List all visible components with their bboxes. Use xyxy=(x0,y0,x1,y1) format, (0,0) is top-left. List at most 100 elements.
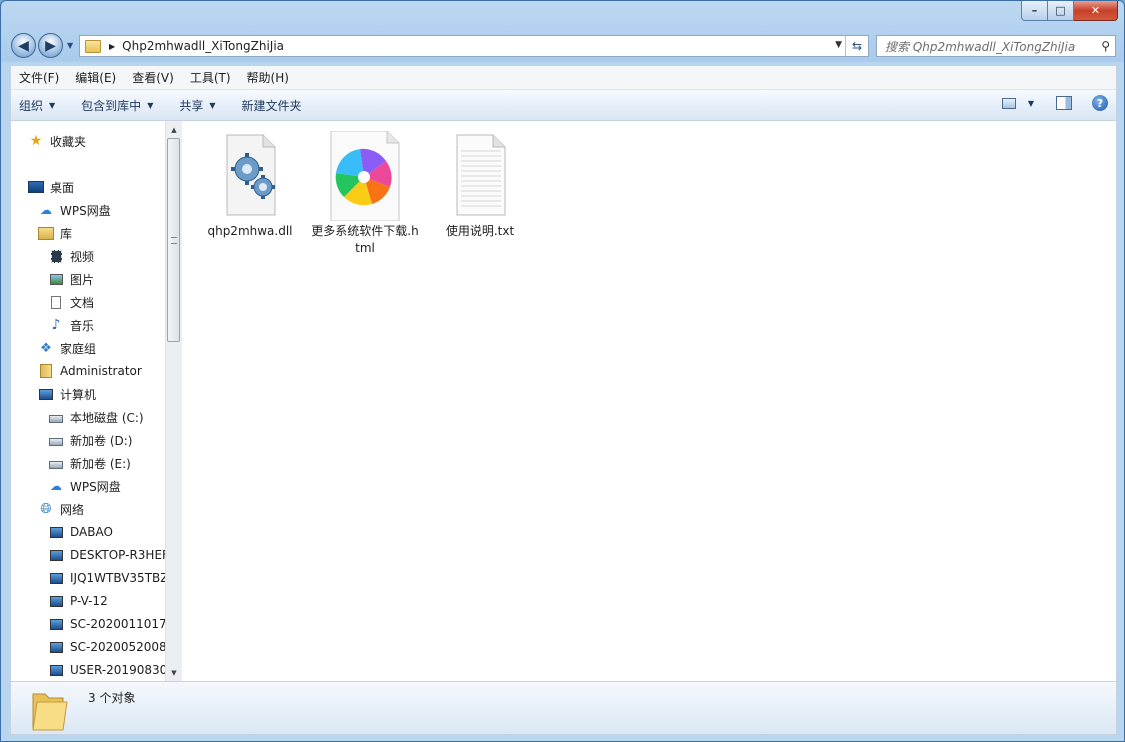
tree-item-label: 视频 xyxy=(70,249,95,264)
network-icon: 🌐︎ xyxy=(40,501,52,517)
details-pane: 3 个对象 xyxy=(10,681,1117,735)
menu-view[interactable]: 查看(V) xyxy=(124,69,182,86)
change-view-icon[interactable] xyxy=(1001,97,1016,109)
tree-item-network[interactable]: 🌐︎ 网络 xyxy=(38,499,84,519)
pc-icon xyxy=(48,663,64,677)
picture-icon xyxy=(48,272,64,286)
help-icon[interactable]: ? xyxy=(1092,95,1108,111)
text-file-icon xyxy=(447,131,513,217)
menu-edit[interactable]: 编辑(E) xyxy=(67,69,124,86)
computer-icon xyxy=(38,387,54,401)
tree-item-label: 库 xyxy=(60,226,73,241)
search-placeholder[interactable]: 搜索 Qhp2mhwadll_XiTongZhiJia xyxy=(885,38,1075,55)
recent-pages-dropdown[interactable]: ▼ xyxy=(67,41,73,50)
file-item-txt[interactable]: 使用说明.txt xyxy=(425,131,535,240)
navigation-buttons: ◀ ▶ ▼ xyxy=(11,33,73,58)
tree-item-videos[interactable]: 视频 xyxy=(48,246,94,266)
include-in-library-label: 包含到库中 xyxy=(81,98,142,113)
navigation-pane-scrollbar[interactable]: ▲ ▼ xyxy=(165,121,182,681)
tree-item-label: SC-20200520083 xyxy=(70,640,175,654)
address-bar[interactable]: ▶ Qhp2mhwadll_XiTongZhiJia ▼ ⇆ xyxy=(79,35,869,57)
library-icon xyxy=(38,226,54,240)
preview-pane-icon[interactable] xyxy=(1056,96,1072,110)
forward-button[interactable]: ▶ xyxy=(38,33,63,58)
tree-item-drive-e[interactable]: 新加卷 (E:) xyxy=(48,453,131,473)
address-path[interactable]: Qhp2mhwadll_XiTongZhiJia xyxy=(122,39,284,53)
share-label: 共享 xyxy=(179,98,204,113)
view-options-chevron-icon[interactable]: ▼ xyxy=(1028,99,1034,108)
tree-item-drive-d[interactable]: 新加卷 (D:) xyxy=(48,430,132,450)
breadcrumb-arrow-icon[interactable]: ▶ xyxy=(109,42,115,51)
tree-item-documents[interactable]: 文档 xyxy=(48,292,94,312)
tree-item-pc-dabao[interactable]: DABAO xyxy=(48,522,113,542)
tree-item-label: WPS网盘 xyxy=(60,203,111,218)
star-icon: ★ xyxy=(29,133,43,149)
tree-item-pc-p-v-12[interactable]: P-V-12 xyxy=(48,591,108,611)
tree-item-pc-sc-20200110174[interactable]: SC-20200110174 xyxy=(48,614,174,634)
tree-item-label: 音乐 xyxy=(70,318,95,333)
drive-icon xyxy=(48,410,64,424)
tree-item-libraries[interactable]: 库 xyxy=(38,223,72,243)
tree-item-label: 文档 xyxy=(70,295,95,310)
tree-item-pc-sc-20200520083[interactable]: SC-20200520083 xyxy=(48,637,174,657)
tree-item-label: DABAO xyxy=(70,525,113,539)
file-item-dll[interactable]: qhp2mhwa.dll xyxy=(195,131,305,240)
tree-item-wps-cloud[interactable]: ☁ WPS网盘 xyxy=(38,200,111,220)
tree-item-label: Administrator xyxy=(60,364,142,378)
close-button[interactable]: ✕ xyxy=(1074,1,1118,21)
tree-item-pc-ijq1wtbv35tbz[interactable]: IJQ1WTBV35TBZ xyxy=(48,568,168,588)
tree-item-label: 本地磁盘 (C:) xyxy=(70,410,144,425)
pc-icon xyxy=(48,640,64,654)
video-icon xyxy=(48,249,64,263)
tree-item-favorites[interactable]: ★ 收藏夹 xyxy=(28,131,86,151)
file-name: 更多系统软件下载.html xyxy=(311,224,419,255)
search-box[interactable]: 搜索 Qhp2mhwadll_XiTongZhiJia ⚲ xyxy=(876,35,1116,57)
user-folder-icon xyxy=(38,364,54,378)
tree-item-pc-desktop-r3hef[interactable]: DESKTOP-R3HEF xyxy=(48,545,169,565)
organize-button[interactable]: 组织 ▼ xyxy=(11,97,65,114)
minimize-button[interactable]: – xyxy=(1021,1,1048,21)
new-folder-button[interactable]: 新建文件夹 xyxy=(234,97,312,114)
tree-item-label: IJQ1WTBV35TBZ xyxy=(70,571,169,585)
tree-item-pictures[interactable]: 图片 xyxy=(48,269,94,289)
chevron-down-icon: ▼ xyxy=(147,100,154,110)
chevron-down-icon: ▼ xyxy=(209,100,216,110)
forward-arrow-icon: ▶ xyxy=(45,37,56,54)
tree-item-computer[interactable]: 计算机 xyxy=(38,384,96,404)
maximize-button[interactable]: □ xyxy=(1048,1,1074,21)
homegroup-icon: ❖ xyxy=(40,340,52,356)
file-item-html[interactable]: 更多系统软件下载.html xyxy=(310,130,420,257)
back-button[interactable]: ◀ xyxy=(11,33,36,58)
dll-gears-icon xyxy=(217,131,283,217)
pc-icon xyxy=(48,548,64,562)
chevron-down-icon: ▼ xyxy=(49,100,56,110)
tree-item-label: P-V-12 xyxy=(70,594,108,608)
address-dropdown-icon[interactable]: ▼ xyxy=(835,40,842,50)
tree-item-label: 图片 xyxy=(70,272,95,287)
tree-item-desktop[interactable]: 桌面 xyxy=(28,177,74,197)
cloud-icon: ☁ xyxy=(40,203,52,217)
menu-tools[interactable]: 工具(T) xyxy=(182,69,239,86)
menu-file[interactable]: 文件(F) xyxy=(11,69,67,86)
scroll-up-icon[interactable]: ▲ xyxy=(166,121,182,138)
scroll-down-icon[interactable]: ▼ xyxy=(166,664,182,681)
search-icon[interactable]: ⚲ xyxy=(1101,39,1110,53)
include-in-library-button[interactable]: 包含到库中 ▼ xyxy=(73,97,163,114)
menu-help[interactable]: 帮助(H) xyxy=(239,69,297,86)
tree-item-homegroup[interactable]: ❖ 家庭组 xyxy=(38,338,96,358)
share-button[interactable]: 共享 ▼ xyxy=(171,97,225,114)
refresh-icon: ⇆ xyxy=(851,39,863,53)
pc-icon xyxy=(48,617,64,631)
tree-item-pc-user-20190830[interactable]: USER-20190830I xyxy=(48,660,171,680)
tree-item-drive-c[interactable]: 本地磁盘 (C:) xyxy=(48,407,144,427)
tree-item-music[interactable]: ♪ 音乐 xyxy=(48,315,94,335)
tree-item-wps-cloud-2[interactable]: ☁ WPS网盘 xyxy=(48,476,121,496)
tree-item-label: 网络 xyxy=(60,502,85,517)
refresh-button[interactable]: ⇆ xyxy=(845,36,868,56)
file-name: qhp2mhwa.dll xyxy=(207,224,293,238)
folder-icon xyxy=(29,688,69,735)
pc-icon xyxy=(48,525,64,539)
organize-label: 组织 xyxy=(19,98,44,113)
scrollbar-thumb[interactable] xyxy=(167,138,180,342)
tree-item-administrator[interactable]: Administrator xyxy=(38,361,142,381)
